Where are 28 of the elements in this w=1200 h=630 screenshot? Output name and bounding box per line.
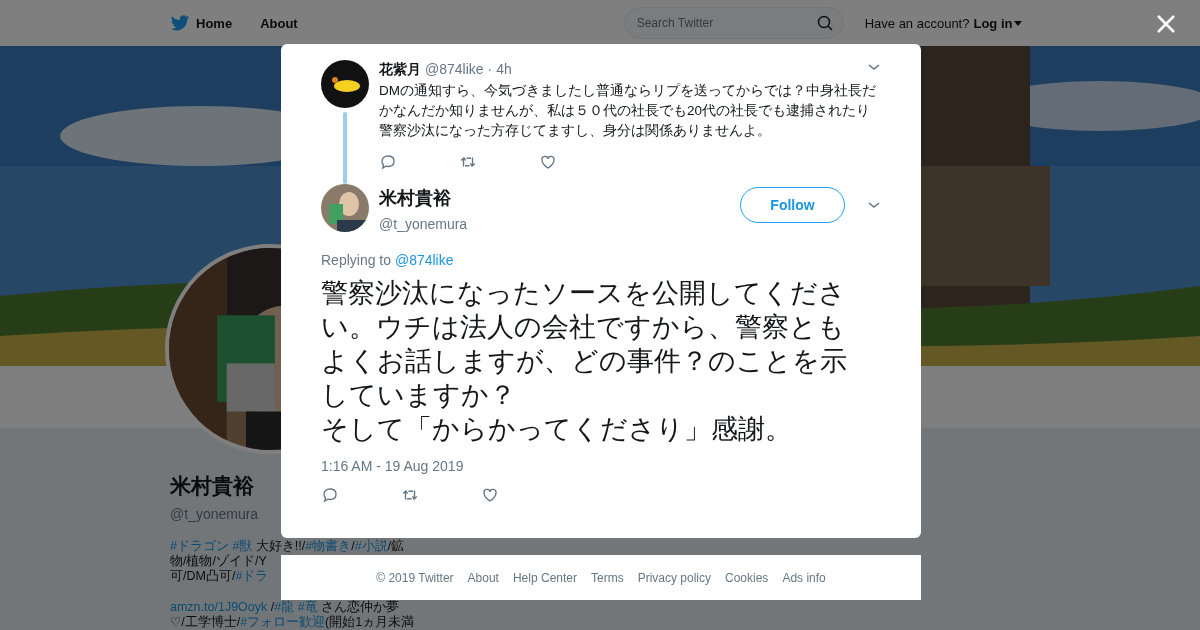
profile-name: 米村貴裕 <box>170 473 254 499</box>
bio-line: #ドラゴン #獣 大好き!!/#物書き/#小説/鉱 <box>170 539 405 554</box>
nav-link[interactable]: Home <box>170 14 233 32</box>
footer-link[interactable]: Ads info <box>782 570 826 585</box>
footer-link[interactable]: Terms <box>591 570 624 585</box>
heart-icon[interactable] <box>481 486 499 504</box>
bio-line: 物/植物/ゾイド/Y <box>170 554 267 569</box>
nav-link[interactable]: About <box>260 15 298 31</box>
bird-icon <box>170 14 190 32</box>
footer-link[interactable]: Privacy policy <box>637 570 711 585</box>
search-icon[interactable] <box>816 15 833 31</box>
bio-line: amzn.to/1J9Ooyk /#龍 #竜 さん恋仲か夢 <box>170 600 400 615</box>
caret-icon <box>1014 20 1023 26</box>
profile-handle: @t_yonemura <box>170 506 259 522</box>
account-prompt: Have an account? <box>864 15 970 31</box>
close-icon[interactable] <box>1156 14 1176 34</box>
footer-link[interactable]: Cookies <box>725 570 769 585</box>
reply-icon[interactable] <box>321 486 339 504</box>
footer-link[interactable]: About <box>467 570 499 585</box>
search-bar[interactable]: Search Twitter <box>623 7 844 39</box>
footer-link[interactable]: Help Center <box>512 570 577 585</box>
tweet-text: そして「からかってくださり」感謝。 <box>321 412 793 446</box>
login-link[interactable]: Log in <box>973 15 1023 31</box>
bio-line: 可/DM凸可/#ドラ <box>170 569 269 584</box>
search-field[interactable]: Search Twitter <box>634 15 799 31</box>
copyright: © 2019 Twitter <box>376 570 454 585</box>
bio-line: ♡/工学博士/#フォロー歓迎(開始1ヵ月未満 <box>170 615 415 630</box>
tweet-timestamp: 1:16 AM - 19 Aug 2019 <box>321 458 465 474</box>
